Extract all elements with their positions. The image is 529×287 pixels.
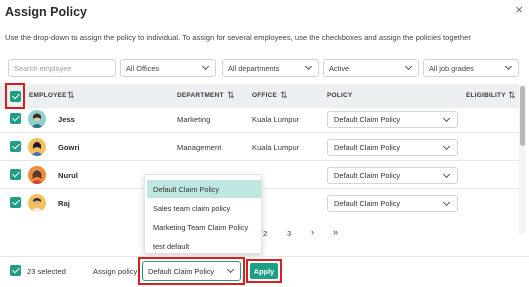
sort-icon[interactable]: ⇅ (227, 90, 235, 101)
search-placeholder: Search employee (14, 63, 72, 73)
bulk-select-checkbox[interactable] (10, 265, 21, 276)
chevron-down-icon (442, 198, 451, 206)
row-policy-value: Default Claim Policy (334, 171, 401, 180)
chevron-down-icon (442, 170, 451, 178)
page-2-link[interactable]: 2 (263, 229, 267, 238)
employee-name: Raj (58, 199, 70, 208)
header-department[interactable]: DEPARTMENT (177, 92, 224, 99)
row-checkbox[interactable] (10, 141, 21, 152)
header-office[interactable]: OFFICE (252, 92, 277, 99)
employee-department: Management (177, 143, 222, 152)
header-employee[interactable]: EMPLOYEE (29, 92, 67, 99)
employee-department: Marketing (177, 115, 211, 124)
avatar (28, 138, 46, 156)
departments-filter-value: All departments (228, 63, 280, 73)
assign-policy-label: Assign policy (93, 267, 138, 276)
offices-filter-select[interactable]: All Offices (120, 59, 216, 77)
page-3-link[interactable]: 3 (287, 229, 291, 238)
chevron-down-icon (504, 62, 513, 71)
status-filter-value: Active (329, 63, 350, 73)
policy-dropdown-menu: Default Claim Policy Sales team claim po… (144, 174, 262, 254)
avatar (28, 166, 46, 184)
employee-name: Gowri (58, 143, 80, 152)
row-policy-value: Default Claim Policy (334, 115, 401, 124)
dropdown-option-sales-team-claim-policy[interactable]: Sales team claim policy (145, 199, 261, 217)
status-filter-select[interactable]: Active (323, 59, 419, 77)
last-page-icon[interactable]: » (333, 227, 338, 237)
search-employee-input[interactable]: Search employee (8, 59, 116, 77)
selected-count: 23 selected (27, 267, 66, 276)
row-divider (0, 132, 519, 133)
row-policy-select[interactable]: Default Claim Policy (327, 167, 458, 184)
row-checkbox[interactable] (10, 169, 21, 180)
row-policy-select[interactable]: Default Claim Policy (327, 195, 458, 212)
row-policy-select[interactable]: Default Claim Policy (327, 139, 458, 156)
employee-name: Jess (58, 115, 75, 124)
chevron-down-icon (442, 114, 451, 122)
header-policy: POLICY (327, 92, 353, 99)
employee-office: Kuala Lumpur (252, 143, 300, 152)
highlight-box (138, 257, 245, 285)
highlight-box (5, 83, 25, 109)
chevron-down-icon (201, 62, 210, 71)
offices-filter-value: All Offices (126, 63, 160, 73)
scrollbar-thumb[interactable] (520, 86, 525, 146)
row-policy-select[interactable]: Default Claim Policy (327, 111, 458, 128)
sort-icon[interactable]: ⇅ (280, 90, 288, 101)
employee-office: Kuala Lumpur (252, 115, 300, 124)
dialog-description: Use the drop-down to assign the policy t… (5, 33, 471, 42)
sort-icon[interactable]: ⇅ (67, 90, 75, 101)
departments-filter-select[interactable]: All departments (222, 59, 319, 77)
dialog-title: Assign Policy (5, 5, 87, 19)
close-icon[interactable]: × (515, 3, 523, 17)
employee-name: Nurul (58, 171, 78, 180)
highlight-box (246, 259, 282, 283)
row-divider (0, 160, 519, 161)
dropdown-option-default-claim-policy[interactable]: Default Claim Policy (147, 180, 261, 198)
row-checkbox[interactable] (10, 197, 21, 208)
next-page-icon[interactable]: › (311, 227, 314, 237)
dropdown-option-test-default[interactable]: test default (145, 237, 261, 255)
job-grades-filter-select[interactable]: All job grades (423, 59, 519, 77)
dropdown-option-marketing-team-claim-policy[interactable]: Marketing Team Claim Policy (145, 218, 261, 236)
row-policy-value: Default Claim Policy (334, 199, 401, 208)
chevron-down-icon (442, 142, 451, 150)
header-eligibility: ELIGIBILITY (466, 92, 506, 99)
row-checkbox[interactable] (10, 113, 21, 124)
sort-ascending-icon[interactable]: ⇅ (508, 90, 516, 101)
avatar (28, 110, 46, 128)
avatar (28, 194, 46, 212)
footer-divider (0, 256, 529, 257)
chevron-down-icon (304, 62, 313, 71)
job-grades-filter-value: All job grades (429, 63, 474, 73)
chevron-down-icon (404, 62, 413, 71)
row-policy-value: Default Claim Policy (334, 143, 401, 152)
